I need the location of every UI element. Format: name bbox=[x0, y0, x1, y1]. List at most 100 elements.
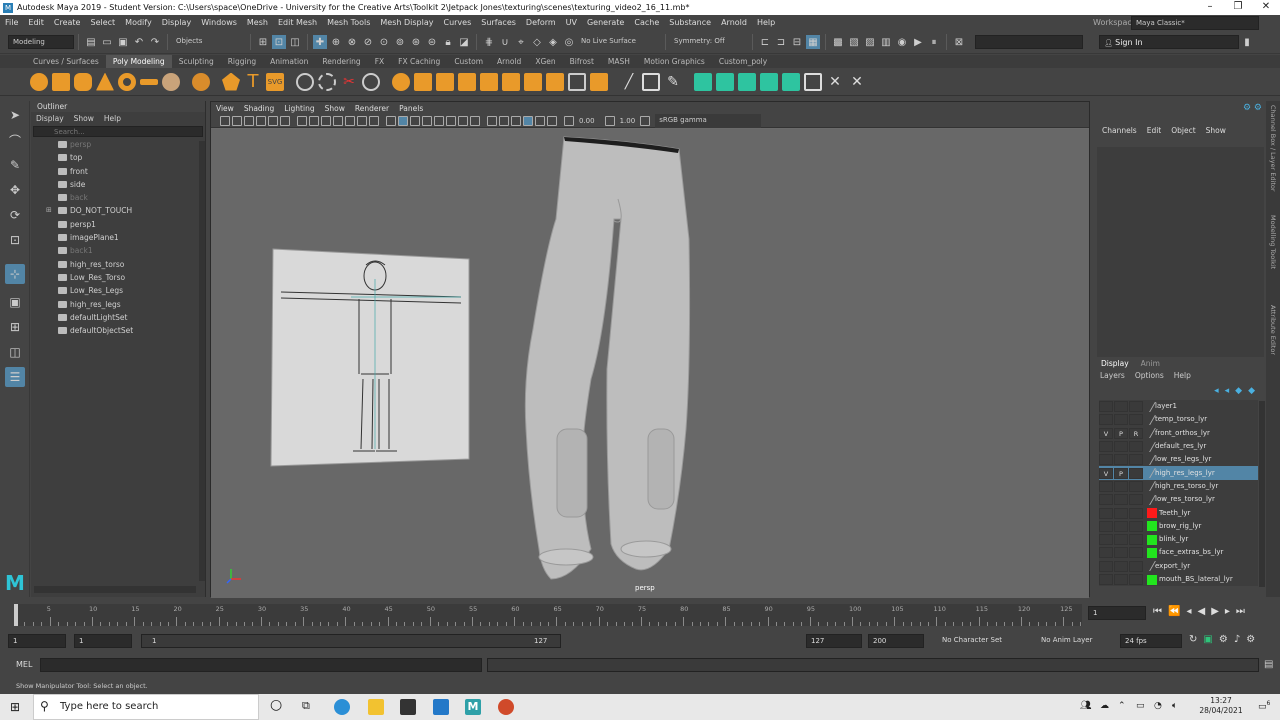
shelf-tab-poly-modeling[interactable]: Poly Modeling bbox=[105, 55, 172, 68]
shelf-tab-rendering[interactable]: Rendering bbox=[315, 55, 367, 68]
menuset-dropdown[interactable]: Modeling bbox=[8, 35, 74, 49]
layer-p-toggle[interactable] bbox=[1114, 454, 1128, 466]
super-shape-icon[interactable] bbox=[222, 72, 240, 91]
auto-map-icon[interactable] bbox=[782, 72, 800, 91]
layer-p-toggle[interactable] bbox=[1114, 547, 1128, 559]
reduce-icon[interactable] bbox=[590, 72, 608, 91]
layer-color-swatch[interactable] bbox=[1147, 508, 1157, 519]
mask-all-icon[interactable]: ✚ bbox=[313, 35, 327, 49]
command-input[interactable] bbox=[40, 658, 482, 672]
two-d-pan-icon[interactable] bbox=[268, 115, 278, 126]
arnold-render-icon[interactable]: ▶ bbox=[911, 35, 925, 49]
live-surface-dropdown[interactable]: No Live Surface bbox=[577, 35, 661, 49]
ipr-render-icon[interactable]: ▨ bbox=[863, 35, 877, 49]
layer-row[interactable]: V Phigh_res_legs_lyr bbox=[1099, 466, 1258, 480]
current-frame-field[interactable]: 1 bbox=[1088, 606, 1146, 620]
wireframe-on-shaded-icon[interactable] bbox=[422, 115, 432, 126]
sound-icon[interactable]: ♪ bbox=[1234, 634, 1240, 645]
layer-r-toggle[interactable] bbox=[1129, 467, 1143, 479]
lasso-tool-icon[interactable]: ⌒ bbox=[5, 130, 25, 150]
move-layer-down-icon[interactable]: ◂ bbox=[1225, 386, 1230, 396]
exposure-value[interactable]: 0.00 bbox=[579, 117, 595, 125]
outliner-item[interactable]: high_res_torso bbox=[31, 258, 205, 271]
layer-menu-options[interactable]: Options bbox=[1130, 371, 1169, 380]
multi-cut-icon[interactable]: ╱ bbox=[620, 73, 638, 91]
sidebar-toggle-icon[interactable]: ▮ bbox=[1240, 35, 1254, 49]
pause-icon[interactable]: ⏸ bbox=[927, 35, 941, 49]
layer-r-toggle[interactable] bbox=[1129, 547, 1143, 559]
go-to-start-icon[interactable]: ⏮ bbox=[1153, 606, 1162, 617]
show-manipulator-tool-icon[interactable]: ⊹ bbox=[5, 264, 25, 284]
shelf-tab-rigging[interactable]: Rigging bbox=[221, 55, 263, 68]
motion-blur-icon[interactable] bbox=[487, 115, 497, 126]
layer-row[interactable]: blink_lyr bbox=[1099, 532, 1258, 547]
layer-row[interactable]: layer1 bbox=[1099, 400, 1258, 414]
shelf-tab-custom-poly[interactable]: Custom_poly bbox=[712, 55, 774, 68]
smooth-shade-icon[interactable] bbox=[398, 115, 408, 126]
outliner-horizontal-scrollbar[interactable] bbox=[34, 586, 196, 593]
field-chart-icon[interactable] bbox=[345, 115, 355, 126]
resolution-gate-icon[interactable] bbox=[321, 115, 331, 126]
layout-icon[interactable]: ✕ bbox=[848, 73, 866, 91]
maximize-button[interactable]: ❐ bbox=[1224, 0, 1252, 15]
wireframe-icon[interactable] bbox=[386, 115, 396, 126]
extrude-icon[interactable] bbox=[414, 72, 432, 91]
shelf-tab-bifrost[interactable]: Bifrost bbox=[563, 55, 601, 68]
layer-v-toggle[interactable] bbox=[1099, 560, 1113, 572]
color-space-dropdown[interactable]: sRGB gamma bbox=[655, 113, 762, 128]
lock-selection-icon[interactable]: 🔒︎ bbox=[441, 35, 455, 49]
layer-menu-layers[interactable]: Layers bbox=[1095, 371, 1130, 380]
poly-sphere-icon[interactable] bbox=[30, 72, 48, 91]
layer-r-toggle[interactable] bbox=[1129, 401, 1143, 413]
layer-r-toggle[interactable] bbox=[1129, 480, 1143, 492]
side-tab-attribute-editor[interactable]: Attribute Editor bbox=[1266, 301, 1277, 381]
gamma-value[interactable]: 1.00 bbox=[620, 117, 636, 125]
output-ops-icon[interactable]: ⊐ bbox=[774, 35, 788, 49]
xray-icon[interactable] bbox=[535, 115, 545, 126]
task-view-icon[interactable]: ⧉ bbox=[302, 699, 310, 713]
new-scene-icon[interactable]: ▤ bbox=[84, 35, 98, 49]
render-settings-icon[interactable]: ▥ bbox=[879, 35, 893, 49]
layer-color-swatch[interactable] bbox=[1147, 521, 1157, 532]
safe-title-icon[interactable] bbox=[369, 115, 379, 126]
network-icon[interactable]: ◔ bbox=[1154, 701, 1162, 711]
channelbox-menu-edit[interactable]: Edit bbox=[1142, 126, 1167, 135]
sign-in-button[interactable]: 👤︎ Sign In bbox=[1099, 35, 1239, 49]
maya-m-logo-icon[interactable]: M bbox=[5, 571, 25, 595]
shelf-tab-curves-surfaces[interactable]: Curves / Surfaces bbox=[26, 55, 106, 68]
layer-row[interactable]: export_lyr bbox=[1099, 559, 1258, 573]
step-forward-frame-icon[interactable]: ▸ bbox=[1225, 606, 1230, 617]
menu-deform[interactable]: Deform bbox=[526, 18, 556, 27]
viewport-menu-show[interactable]: Show bbox=[320, 104, 350, 113]
animation-end-field[interactable]: 200 bbox=[868, 634, 924, 648]
outliner-item[interactable]: defaultLightSet bbox=[31, 311, 205, 324]
taskbar-search-input[interactable]: Type here to search bbox=[33, 694, 259, 720]
menu-create[interactable]: Create bbox=[54, 18, 81, 27]
layer-row[interactable]: mouth_BS_lateral_lyr bbox=[1099, 572, 1258, 587]
key-settings-icon[interactable]: ⚙ bbox=[1219, 634, 1228, 645]
shelf-tab-sculpting[interactable]: Sculpting bbox=[172, 55, 221, 68]
select-tool-icon[interactable]: ➤ bbox=[5, 105, 25, 125]
make-live-icon[interactable]: ◎ bbox=[562, 35, 576, 49]
menu-curves[interactable]: Curves bbox=[443, 18, 471, 27]
playback-start-field[interactable]: 1 bbox=[74, 634, 132, 648]
camera-attributes-icon[interactable] bbox=[232, 115, 242, 126]
menu-display[interactable]: Display bbox=[162, 18, 192, 27]
layer-p-toggle[interactable] bbox=[1114, 441, 1128, 453]
grease-pencil-icon[interactable] bbox=[280, 115, 290, 126]
collapse-icon[interactable] bbox=[524, 72, 542, 91]
select-object-icon[interactable]: ⊡ bbox=[272, 35, 286, 49]
layer-tab-anim[interactable]: Anim bbox=[1135, 359, 1166, 368]
layer-row[interactable]: face_extras_bs_lyr bbox=[1099, 546, 1258, 560]
layer-r-toggle[interactable] bbox=[1129, 574, 1143, 585]
layer-tab-display[interactable]: Display bbox=[1095, 359, 1135, 368]
layer-v-toggle[interactable] bbox=[1099, 454, 1113, 466]
layer-p-toggle[interactable] bbox=[1114, 480, 1128, 492]
cortana-icon[interactable]: ○ bbox=[270, 697, 282, 713]
workspace-dropdown[interactable]: Maya Classic* bbox=[1131, 16, 1259, 30]
current-time-marker[interactable] bbox=[14, 604, 18, 626]
select-component-icon[interactable]: ◫ bbox=[288, 35, 302, 49]
shelf-tab-arnold[interactable]: Arnold bbox=[490, 55, 528, 68]
bool-icon[interactable] bbox=[568, 72, 586, 91]
layer-p-toggle[interactable] bbox=[1114, 560, 1128, 572]
